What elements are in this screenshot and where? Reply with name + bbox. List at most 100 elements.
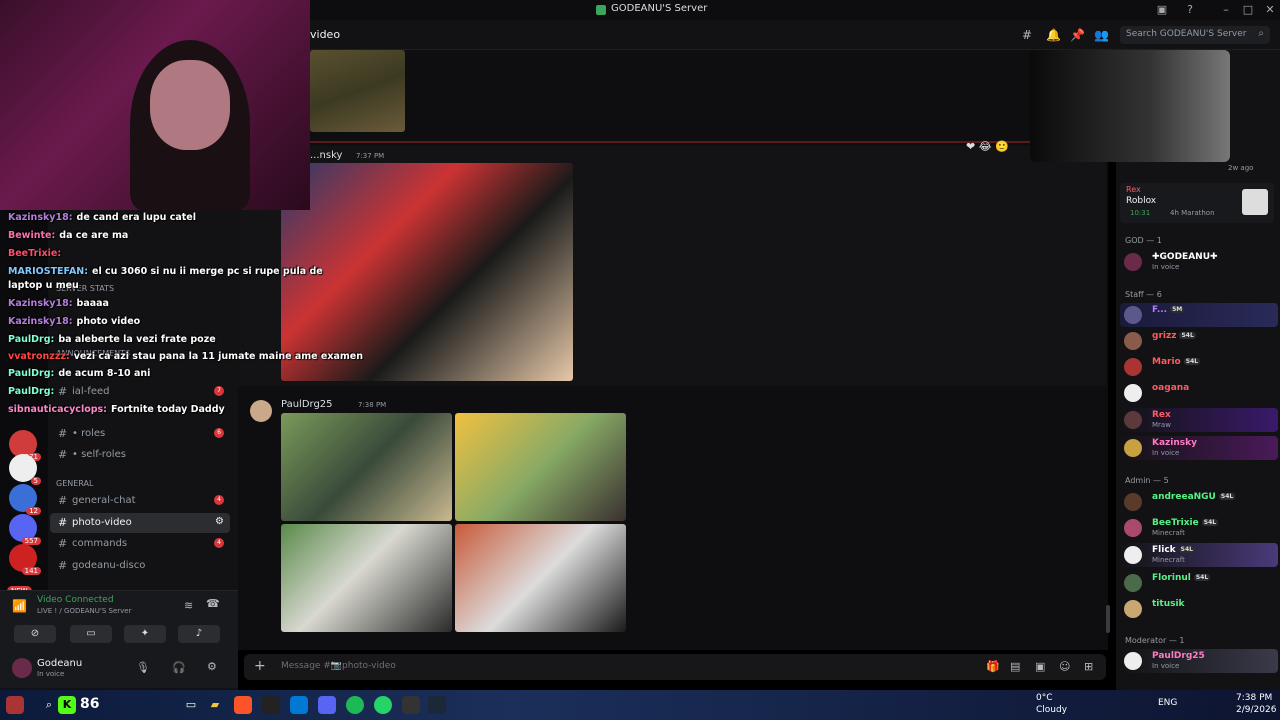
- photo-soldiers[interactable]: [310, 50, 405, 132]
- kick-icon[interactable]: K: [58, 696, 76, 714]
- camera-off-button[interactable]: ⊘: [14, 625, 56, 643]
- activity-card[interactable]: Rex Roblox 10:31 4h Marathon: [1120, 183, 1274, 223]
- scrollbar[interactable]: [1106, 605, 1110, 633]
- obs-icon[interactable]: [262, 696, 280, 714]
- brave-icon[interactable]: [234, 696, 252, 714]
- activities-button[interactable]: ✦: [124, 625, 166, 643]
- member-name: Rex: [1152, 410, 1171, 420]
- app-icon[interactable]: [402, 696, 420, 714]
- search-input[interactable]: Search GODEANU'S Server ⌕: [1120, 26, 1270, 44]
- whatsapp-icon[interactable]: [374, 696, 392, 714]
- members-icon[interactable]: 👥: [1094, 28, 1109, 42]
- member-group-staff: Staff — 6: [1125, 290, 1162, 299]
- channel-commands[interactable]: # commands 4: [50, 534, 230, 554]
- member-rex[interactable]: Rex Mraw: [1120, 408, 1278, 432]
- member-florinul[interactable]: Florinul S4L: [1120, 571, 1278, 595]
- clock-date[interactable]: 2/9/2026: [1236, 705, 1276, 715]
- apps-icon[interactable]: ⊞: [1084, 660, 1093, 673]
- task-view-icon[interactable]: ▭: [182, 696, 200, 714]
- noise-suppression-icon[interactable]: ≋: [184, 599, 193, 612]
- user-name[interactable]: Godeanu: [37, 658, 82, 669]
- heart-reaction-icon[interactable]: ❤: [966, 140, 975, 153]
- guild-icon-2[interactable]: 5: [9, 454, 41, 485]
- member-grizz[interactable]: grizz S4L: [1120, 329, 1278, 353]
- channel-self-roles[interactable]: # • self-roles: [50, 445, 230, 465]
- maximize-button[interactable]: □: [1240, 2, 1256, 18]
- guild-badge: 5: [30, 477, 41, 485]
- photo-selfie[interactable]: [281, 163, 573, 381]
- guild-icon-4[interactable]: 557: [9, 514, 41, 545]
- threads-icon[interactable]: #: [1020, 28, 1034, 42]
- member-godeanu[interactable]: ✚GODEANU✚ In voice: [1120, 250, 1278, 274]
- bell-icon[interactable]: 🔔: [1046, 28, 1061, 42]
- avatar[interactable]: [12, 658, 32, 678]
- start-icon[interactable]: [6, 696, 24, 714]
- member-group-admin: Admin — 5: [1125, 476, 1169, 485]
- gif-icon[interactable]: ▤: [1010, 660, 1020, 673]
- headphones-icon[interactable]: 🎧: [172, 661, 186, 674]
- member-andreea[interactable]: andreeaNGU S4L: [1120, 490, 1278, 514]
- guild-icon-3[interactable]: 12: [9, 484, 41, 515]
- hash-icon: #: [58, 494, 68, 507]
- steam-icon[interactable]: [428, 696, 446, 714]
- pin-icon[interactable]: 📌: [1070, 28, 1085, 42]
- chat-line: PaulDrg: ba aleberte la vezi frate poze: [8, 334, 216, 345]
- search-icon[interactable]: ⌕: [40, 696, 58, 714]
- category-general[interactable]: GENERAL: [56, 479, 93, 488]
- member-group-god: GOD — 1: [1125, 236, 1162, 245]
- member-titusik[interactable]: titusik: [1120, 597, 1278, 621]
- activity-game: Roblox: [1126, 196, 1157, 206]
- gear-icon[interactable]: ⚙: [207, 660, 217, 673]
- member-flick[interactable]: Flick S4L Minecraft: [1120, 543, 1278, 567]
- help-icon[interactable]: ?: [1182, 2, 1198, 18]
- smile-reaction-icon[interactable]: 🙂: [995, 140, 1009, 153]
- member-pauldrg25[interactable]: PaulDrg25 In voice: [1120, 649, 1278, 673]
- voice-channel[interactable]: LIVE ! / GODEANU'S Server: [37, 607, 131, 615]
- channel-photo-video[interactable]: # photo-video ⚙: [50, 513, 230, 533]
- store-icon[interactable]: [290, 696, 308, 714]
- close-button[interactable]: ✕: [1262, 2, 1278, 18]
- sticker-icon[interactable]: ▣: [1035, 660, 1045, 673]
- guild-icon-5[interactable]: 141: [9, 544, 41, 575]
- message-author[interactable]: PaulDrg25: [281, 399, 333, 410]
- disconnect-icon[interactable]: ☎: [206, 597, 220, 610]
- message-composer[interactable]: + Message #📷photo-video 🎁 ▤ ▣ ☺ ⊞: [244, 654, 1106, 680]
- language[interactable]: ENG: [1158, 698, 1177, 708]
- folder-icon[interactable]: ▰: [206, 696, 224, 714]
- member-f[interactable]: F... 5M: [1120, 303, 1278, 327]
- message-input[interactable]: Message #📷photo-video: [281, 661, 396, 671]
- gift-icon[interactable]: 🎁: [986, 660, 1000, 673]
- discord-icon[interactable]: [318, 696, 336, 714]
- avatar[interactable]: [250, 400, 272, 422]
- emoji-icon[interactable]: ☺: [1059, 660, 1070, 673]
- member-oagana[interactable]: oagana: [1120, 381, 1278, 405]
- photo-gallery-4[interactable]: [455, 524, 626, 632]
- message-author[interactable]: ...nsky: [310, 150, 342, 161]
- spotify-icon[interactable]: [346, 696, 364, 714]
- add-attachment-icon[interactable]: +: [254, 658, 266, 674]
- microphone-icon[interactable]: 🎙: [136, 661, 150, 674]
- channel-godeanu-disco[interactable]: # godeanu-disco: [50, 556, 230, 576]
- photo-gallery-3[interactable]: [281, 524, 452, 632]
- signal-icon[interactable]: 📶: [12, 599, 27, 613]
- settings-icon[interactable]: ⚙: [215, 516, 224, 527]
- photo-gallery-2[interactable]: [455, 413, 626, 521]
- clock-time[interactable]: 7:38 PM: [1236, 693, 1272, 703]
- member-kazinsky[interactable]: Kazinsky In voice: [1120, 436, 1278, 460]
- stream-preview-popup[interactable]: [1030, 50, 1230, 162]
- activity-time: 10:31: [1130, 209, 1151, 217]
- member-beetrixie[interactable]: BeeTrixie S4L Minecraft: [1120, 516, 1278, 540]
- channel-general-chat[interactable]: # general-chat 4: [50, 491, 230, 511]
- avatar: [1124, 411, 1142, 429]
- channel-roles[interactable]: # • roles 6: [50, 424, 230, 444]
- temperature: 0°C: [1036, 693, 1053, 703]
- avatar: [1124, 358, 1142, 376]
- screen-share-button[interactable]: ▭: [70, 625, 112, 643]
- soundboard-button[interactable]: ♪: [178, 625, 220, 643]
- reaction-bar[interactable]: ❤ 😂 🙂: [966, 140, 1009, 153]
- photo-gallery-1[interactable]: [281, 413, 452, 521]
- laugh-reaction-icon[interactable]: 😂: [979, 140, 992, 153]
- inbox-icon[interactable]: ▣: [1154, 2, 1170, 18]
- member-mario[interactable]: Mario S4L: [1120, 355, 1278, 379]
- minimize-button[interactable]: –: [1218, 2, 1234, 18]
